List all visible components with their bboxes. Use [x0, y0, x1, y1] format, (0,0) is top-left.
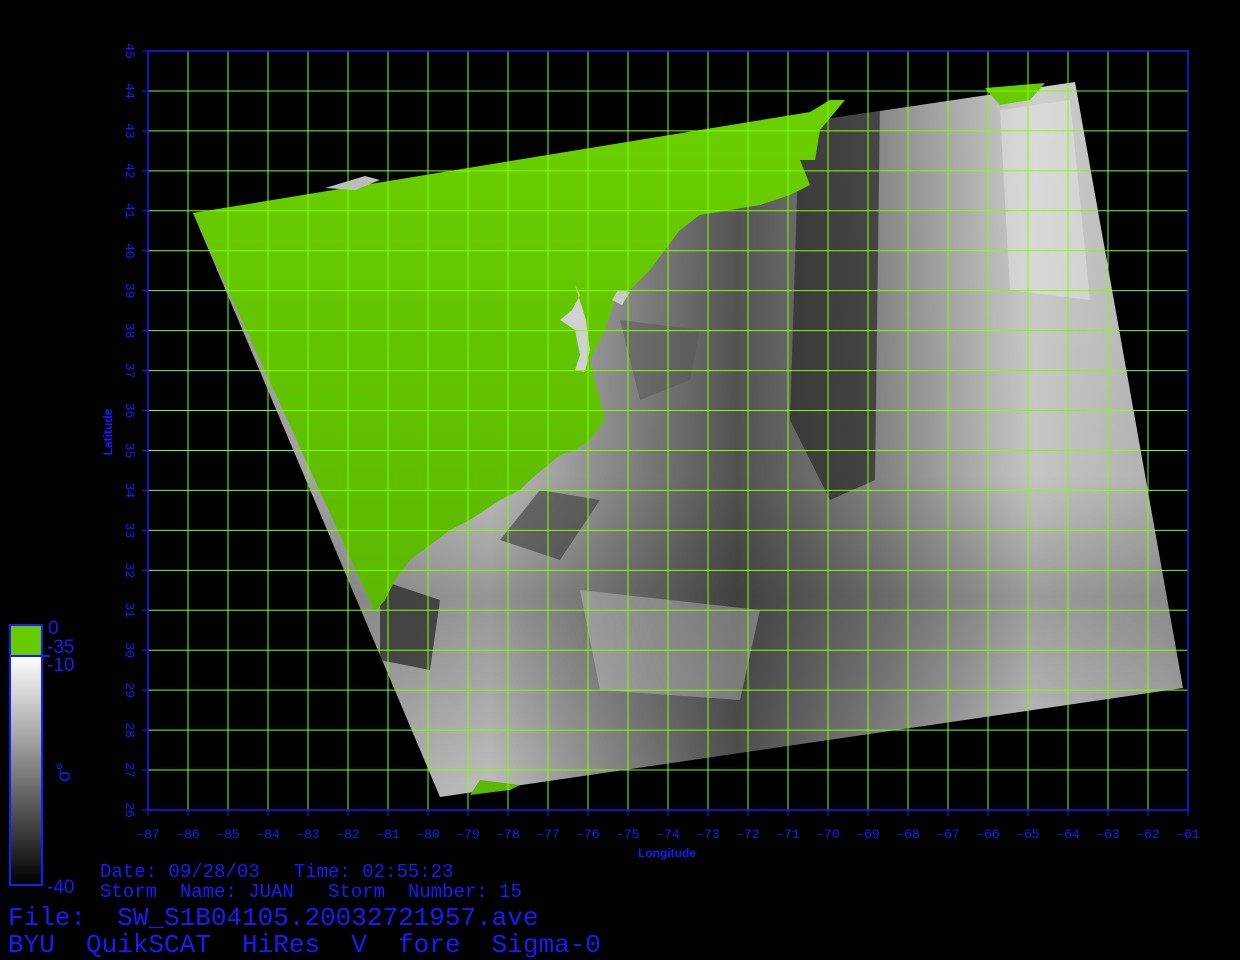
lat-tick-label: 32 [122, 563, 137, 579]
lon-tick-label: -76 [576, 827, 599, 842]
lon-tick-label: -70 [816, 827, 839, 842]
colorbar-land-swatch [9, 624, 43, 657]
lat-tick-label: 35 [122, 443, 137, 459]
lon-tick-label: -74 [656, 827, 680, 842]
longitude-ticks: -87 -86 -85 -84 -83 -82 -81 -80 -79 -78 -77 -76 -75 -… [136, 810, 1200, 842]
lon-tick-label: -65 [1016, 827, 1039, 842]
lat-tick-label: 34 [122, 483, 137, 499]
lat-tick-label: 39 [122, 283, 137, 299]
lon-tick-label: -71 [776, 827, 800, 842]
lat-tick-label: 44 [122, 83, 137, 99]
lat-tick-label: 33 [122, 523, 137, 539]
lon-tick-label: -64 [1056, 827, 1080, 842]
lon-tick-label: -81 [376, 827, 400, 842]
colorbar-gradient [9, 655, 43, 886]
colorbar: 0 -35 -10 σ° -40 [9, 618, 75, 898]
lon-tick-label: -77 [536, 827, 559, 842]
lon-tick-label: -66 [976, 827, 999, 842]
colorbar-bottom-label: -40 [47, 877, 74, 898]
lat-tick-label: 41 [122, 203, 137, 219]
date-time-line: Date: 09/28/03 Time: 02:55:23 [100, 861, 453, 883]
lon-tick-label: -84 [256, 827, 280, 842]
y-axis-label: Latitude [101, 408, 115, 455]
lat-tick-label: 43 [122, 123, 137, 139]
lat-tick-label: 28 [122, 722, 137, 738]
lon-tick-label: -79 [456, 827, 479, 842]
x-axis-label: Longitude [638, 846, 696, 860]
lon-tick-label: -75 [616, 827, 639, 842]
lon-tick-label: -85 [216, 827, 239, 842]
lat-tick-label: 27 [122, 762, 137, 778]
lat-tick-label: 26 [122, 802, 137, 818]
lat-tick-label: 38 [122, 323, 137, 339]
lon-tick-label: -62 [1136, 827, 1159, 842]
lon-tick-label: -61 [1176, 827, 1200, 842]
lon-tick-label: -72 [736, 827, 759, 842]
lon-tick-label: -83 [296, 827, 319, 842]
storm-line: Storm Name: JUAN Storm Number: 15 [100, 881, 522, 903]
lon-tick-label: -86 [176, 827, 199, 842]
lat-tick-label: 31 [122, 602, 137, 618]
lon-tick-label: -80 [416, 827, 439, 842]
colorbar-upper-label: -10 [47, 655, 74, 676]
lat-tick-label: 30 [122, 642, 137, 658]
lon-tick-label: -87 [136, 827, 159, 842]
latitude-ticks: 26 27 28 29 30 31 32 33 34 35 36 37 38 39 40 41 42 43 44 45 [122, 43, 148, 818]
product-title: BYU QuikSCAT HiRes V fore Sigma-0 [8, 930, 601, 960]
file-line: File: SW_S1B04105.20032721957.ave [8, 903, 539, 933]
lat-tick-label: 37 [122, 363, 137, 379]
lat-tick-label: 45 [122, 43, 137, 59]
lon-tick-label: -82 [336, 827, 359, 842]
lat-tick-label: 40 [122, 243, 137, 259]
colorbar-top-label: 0 [48, 618, 59, 639]
lon-tick-label: -73 [696, 827, 719, 842]
lat-tick-label: 29 [122, 682, 137, 698]
lon-tick-label: -67 [936, 827, 959, 842]
lon-tick-label: -68 [896, 827, 919, 842]
lon-tick-label: -63 [1096, 827, 1119, 842]
colorbar-symbol: σ° [54, 763, 75, 782]
lon-tick-label: -69 [856, 827, 879, 842]
lat-tick-label: 42 [122, 163, 137, 179]
lat-tick-label: 36 [122, 403, 137, 419]
lon-tick-label: -78 [496, 827, 519, 842]
map-figure: -87 -86 -85 -84 -83 -82 -81 -80 -79 -78 -77 -76 -75 -… [8, 43, 1200, 960]
